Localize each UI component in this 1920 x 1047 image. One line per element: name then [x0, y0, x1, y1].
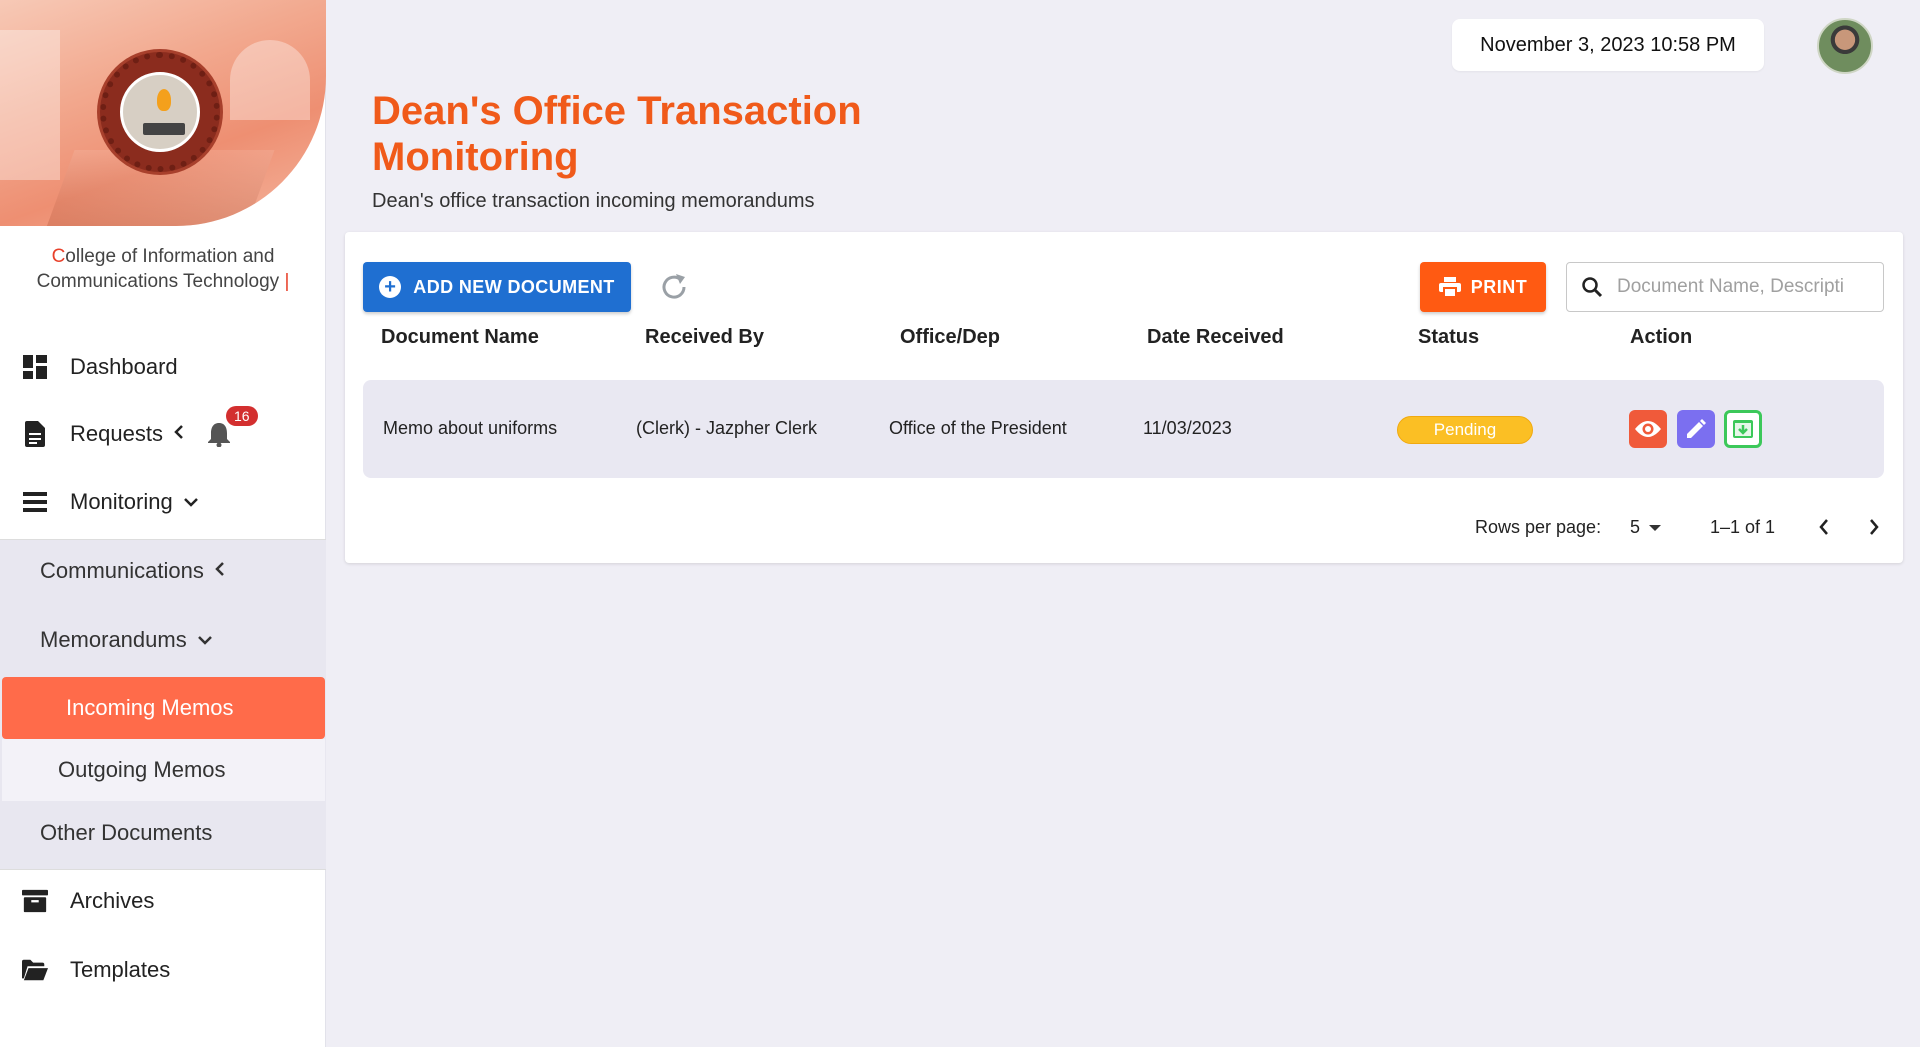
list-icon: [22, 489, 48, 515]
archive-icon: [22, 888, 48, 914]
college-name-line2: Communications Technology: [36, 271, 280, 292]
sidebar: College of Information and Communication…: [0, 0, 326, 1047]
refresh-icon[interactable]: [655, 268, 693, 306]
seal-inner: [120, 72, 200, 152]
sidebar-item-label: Monitoring: [70, 489, 173, 514]
chevron-left-icon: [173, 424, 185, 445]
college-name: College of Information and Communication…: [0, 244, 326, 294]
seal-flame: [157, 89, 171, 111]
rows-per-page-select[interactable]: 5: [1630, 517, 1662, 538]
sidebar-item-label: Templates: [70, 957, 171, 982]
banner-wall: [0, 30, 60, 180]
banner-arch: [230, 40, 310, 120]
sidebar-item-label: Dashboard: [70, 354, 178, 379]
page-title: Dean's Office Transaction Monitoring: [372, 89, 862, 179]
sidebar-item-other-documents[interactable]: Other Documents: [0, 813, 326, 853]
sidebar-item-label: Memorandums: [40, 627, 187, 652]
sidebar-item-label: Outgoing Memos: [58, 757, 226, 782]
column-header-office[interactable]: Office/Dep: [900, 326, 1000, 349]
chevron-left-icon: [1819, 519, 1828, 535]
rows-per-page-value: 5: [1630, 517, 1641, 537]
cell-document-name: Memo about uniforms: [383, 418, 558, 438]
column-header-action: Action: [1630, 326, 1693, 348]
sidebar-item-outgoing-memos[interactable]: Outgoing Memos: [0, 750, 326, 790]
sidebar-item-memorandums[interactable]: Memorandums: [0, 620, 326, 660]
sidebar-item-templates[interactable]: Templates: [0, 950, 326, 990]
document-icon: [22, 421, 48, 447]
sidebar-item-label: Archives: [70, 888, 155, 913]
eye-icon: [1635, 421, 1661, 437]
sidebar-item-label: Incoming Memos: [66, 695, 234, 720]
dashboard-icon: [22, 354, 48, 380]
edit-button[interactable]: [1677, 410, 1715, 448]
sidebar-item-communications[interactable]: Communications: [0, 551, 326, 591]
printer-icon: [1438, 277, 1461, 297]
college-seal-logo: [100, 52, 220, 172]
caret-down-icon: [1649, 524, 1662, 531]
download-archive-icon: [1733, 420, 1753, 438]
cell-office: Office of the President: [889, 418, 1067, 438]
college-initial: C: [51, 246, 66, 267]
sidebar-item-dashboard[interactable]: Dashboard: [0, 347, 326, 387]
column-header-date-received[interactable]: Date Received: [1147, 326, 1284, 349]
print-button[interactable]: PRINT: [1420, 262, 1546, 312]
sidebar-item-label: Communications: [40, 558, 204, 583]
sidebar-item-label: Requests: [70, 421, 163, 446]
add-new-document-button[interactable]: + ADD NEW DOCUMENT: [363, 262, 631, 312]
search-icon: [1582, 277, 1603, 298]
status-badge-label: Pending: [1433, 420, 1497, 439]
pencil-icon: [1687, 419, 1706, 438]
search-box: [1566, 262, 1884, 312]
college-bar: |: [284, 271, 290, 292]
status-badge: Pending: [1397, 416, 1533, 444]
add-circle-icon: +: [379, 276, 402, 298]
pagination-range: 1–1 of 1: [1710, 517, 1776, 537]
cell-date-received: 11/03/2023: [1143, 418, 1232, 438]
folder-open-icon: [22, 957, 48, 983]
view-button[interactable]: [1629, 410, 1667, 448]
chevron-right-icon: [1870, 519, 1879, 535]
table-row[interactable]: Memo about uniforms (Clerk) - Jazpher Cl…: [363, 380, 1884, 478]
seal-book: [143, 123, 185, 135]
documents-card: + ADD NEW DOCUMENT PRINT Document Name R…: [345, 232, 1903, 563]
page-subtitle: Dean's office transaction incoming memor…: [372, 190, 815, 212]
datetime-text: November 3, 2023 10:58 PM: [1480, 33, 1736, 56]
rows-per-page-label: Rows per page:: [1475, 517, 1602, 537]
notification-badge: 16: [226, 406, 258, 426]
download-button[interactable]: [1724, 410, 1762, 448]
avatar[interactable]: [1817, 18, 1873, 74]
chevron-left-icon: [214, 561, 226, 582]
print-button-label: PRINT: [1470, 276, 1528, 297]
bell-icon[interactable]: [207, 421, 231, 447]
sidebar-item-requests[interactable]: Requests: [0, 414, 326, 454]
sidebar-item-archives[interactable]: Archives: [0, 881, 326, 921]
sidebar-item-incoming-memos[interactable]: Incoming Memos: [2, 677, 325, 739]
chevron-down-icon: [197, 630, 213, 651]
previous-page-button[interactable]: [1807, 510, 1841, 544]
search-input[interactable]: [1617, 276, 1867, 298]
column-header-status[interactable]: Status: [1418, 326, 1479, 349]
chevron-down-icon: [183, 492, 199, 513]
add-button-label: ADD NEW DOCUMENT: [413, 276, 615, 297]
column-header-document-name[interactable]: Document Name: [381, 326, 539, 349]
college-name-line1: ollege of Information and: [65, 246, 275, 267]
sidebar-item-monitoring[interactable]: Monitoring: [0, 482, 326, 522]
sidebar-item-label: Other Documents: [40, 820, 213, 845]
college-banner: [0, 0, 326, 226]
cell-received-by: (Clerk) - Jazpher Clerk: [636, 418, 818, 438]
column-header-received-by[interactable]: Received By: [645, 326, 764, 349]
next-page-button[interactable]: [1857, 510, 1891, 544]
datetime-display: November 3, 2023 10:58 PM: [1452, 19, 1764, 71]
